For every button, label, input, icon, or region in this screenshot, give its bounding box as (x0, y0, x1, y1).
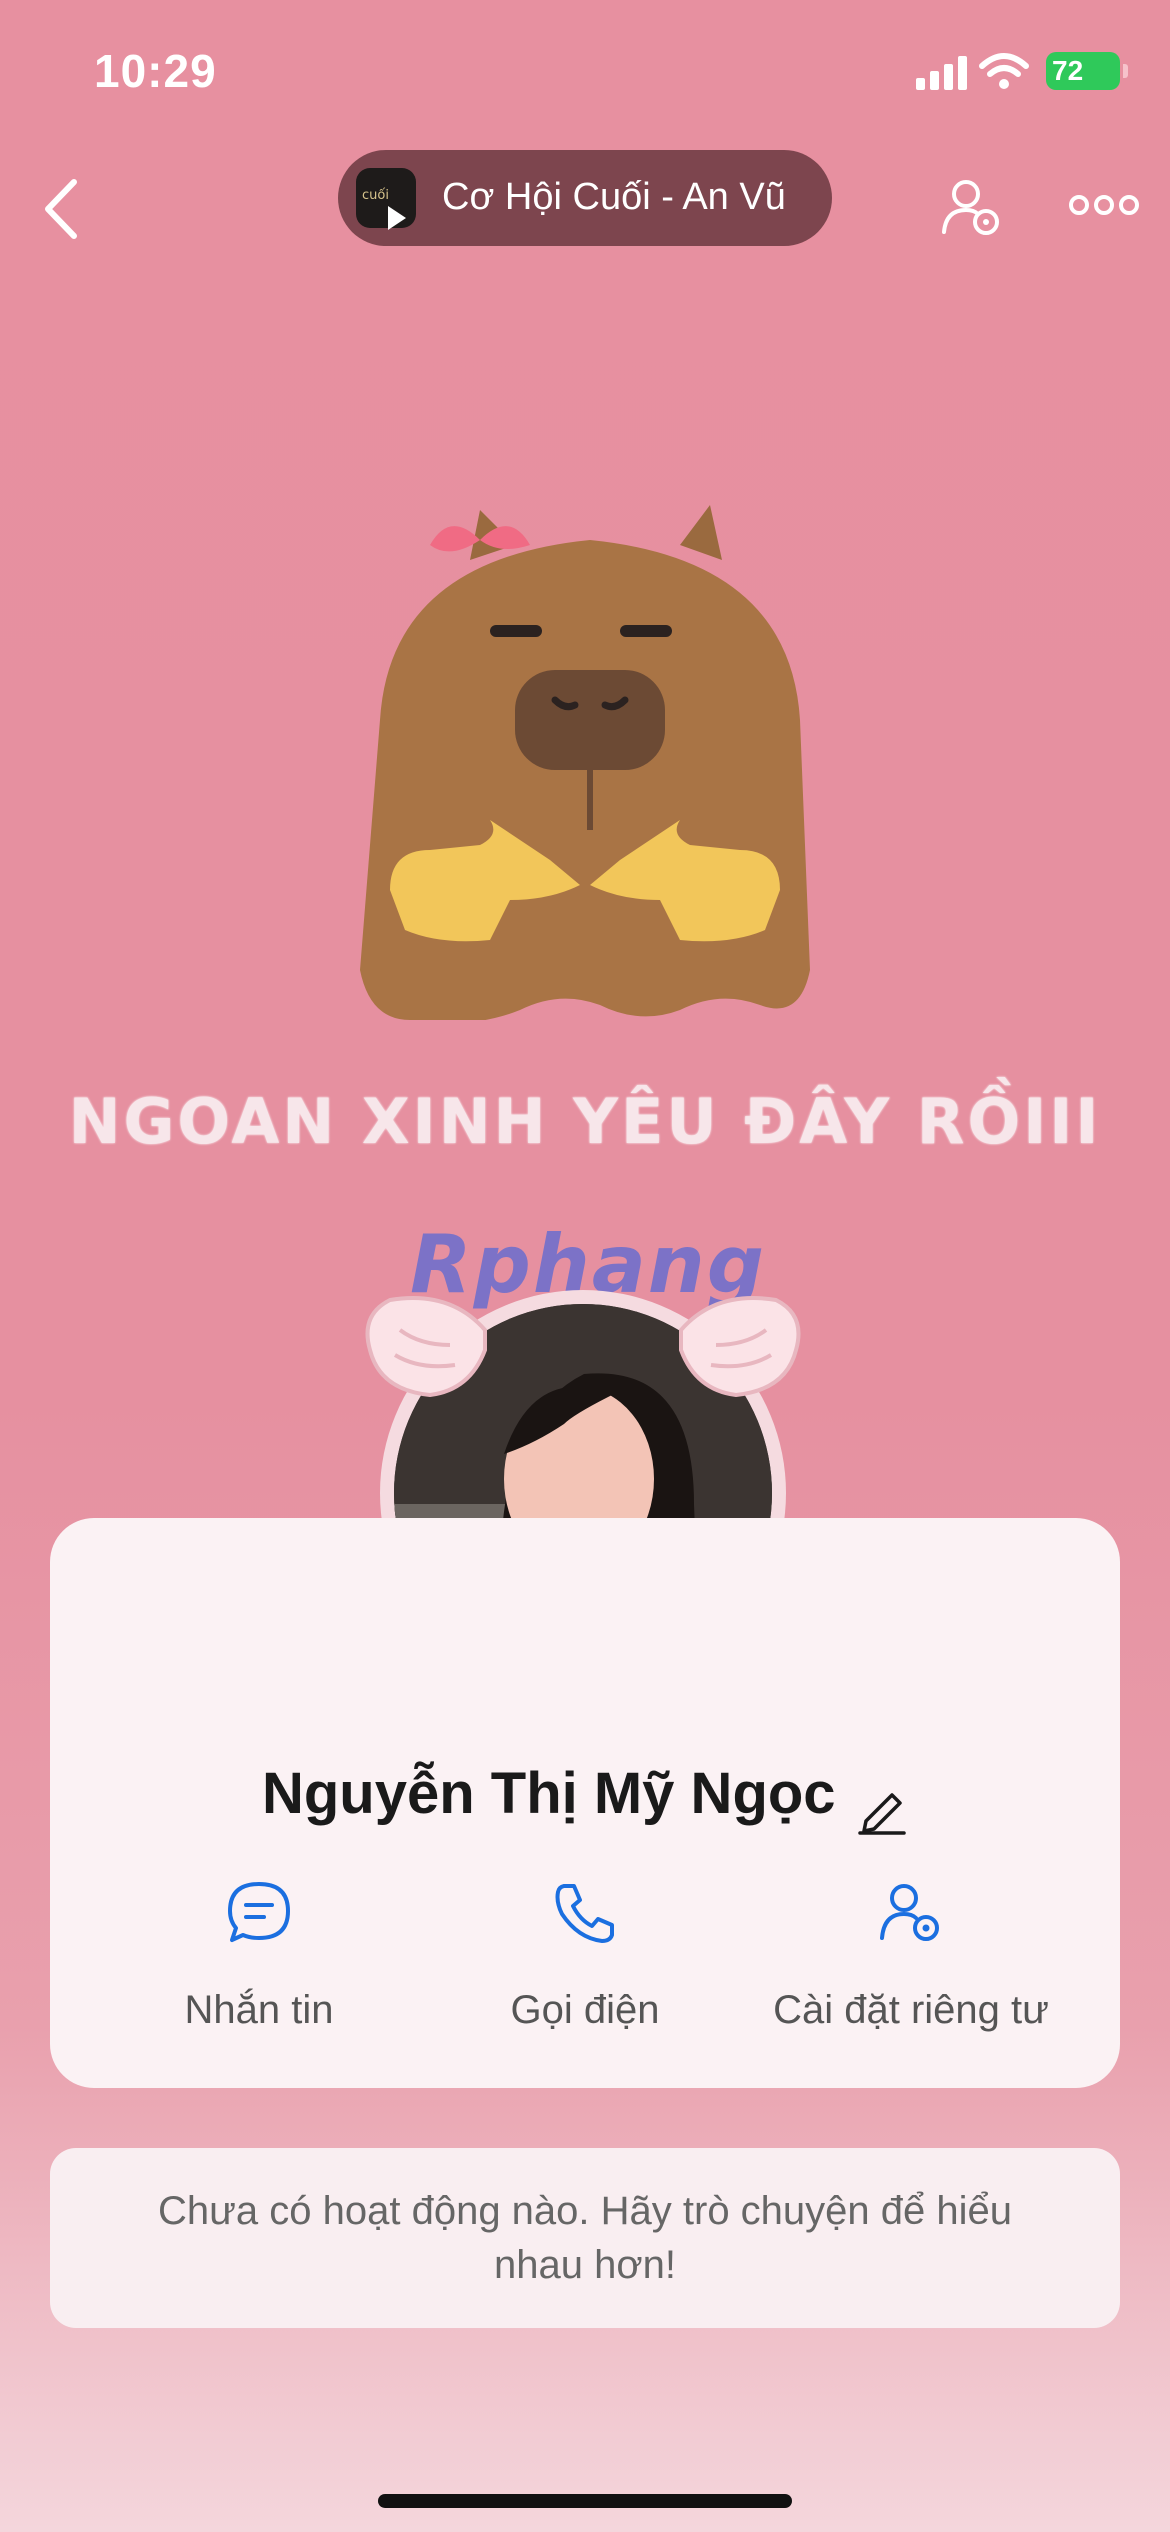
song-title: Cơ Hội Cuối - An Vũ (442, 176, 786, 218)
wifi-icon (979, 53, 1029, 89)
chevron-left-icon[interactable] (40, 176, 88, 242)
status-time: 10:29 (94, 45, 217, 97)
user-gear-icon[interactable] (940, 176, 1004, 240)
activity-empty-box: Chưa có hoạt động nào. Hãy trò chuyện để… (50, 2148, 1120, 2328)
activity-empty-text: Chưa có hoạt động nào. Hãy trò chuyện để… (157, 2189, 1013, 2287)
song-thumbnail: cuối (356, 168, 416, 228)
cover-caption: NGOAN XINH YÊU ĐÂY RỒIII (68, 1085, 1102, 1158)
message-button[interactable]: Nhắn tin (94, 1878, 424, 2033)
message-icon (228, 1882, 290, 1942)
call-button-label: Gọi điện (510, 1988, 660, 2032)
user-gear-icon (880, 1884, 939, 1941)
capybara-illustration (360, 505, 810, 1020)
left-wing-decoration (365, 1296, 487, 1398)
play-icon (388, 206, 406, 230)
profile-name: Nguyễn Thị Mỹ Ngọc (261, 1761, 836, 1826)
call-button[interactable]: Gọi điện (420, 1878, 750, 2033)
right-wing-decoration (679, 1296, 801, 1398)
privacy-settings-button-label: Cài đặt riêng tư (773, 1988, 1049, 2032)
more-dots-icon[interactable] (1068, 190, 1140, 220)
signal-icon (916, 56, 967, 90)
home-indicator (378, 2494, 792, 2508)
battery-level: 72 (1052, 55, 1084, 86)
status-icons: 72 (860, 50, 1128, 100)
message-button-label: Nhắn tin (184, 1988, 334, 2032)
phone-icon (555, 1884, 614, 1943)
now-playing-pill[interactable]: cuối Cơ Hội Cuối - An Vũ (338, 150, 832, 246)
song-thumbnail-text: cuối (362, 188, 389, 203)
privacy-settings-button[interactable]: Cài đặt riêng tư (746, 1878, 1076, 2033)
profile-name-row: Nguyễn Thị Mỹ Ngọc (0, 1760, 1170, 1835)
pencil-icon[interactable] (856, 1783, 908, 1835)
battery-icon: 72 (1046, 52, 1128, 90)
